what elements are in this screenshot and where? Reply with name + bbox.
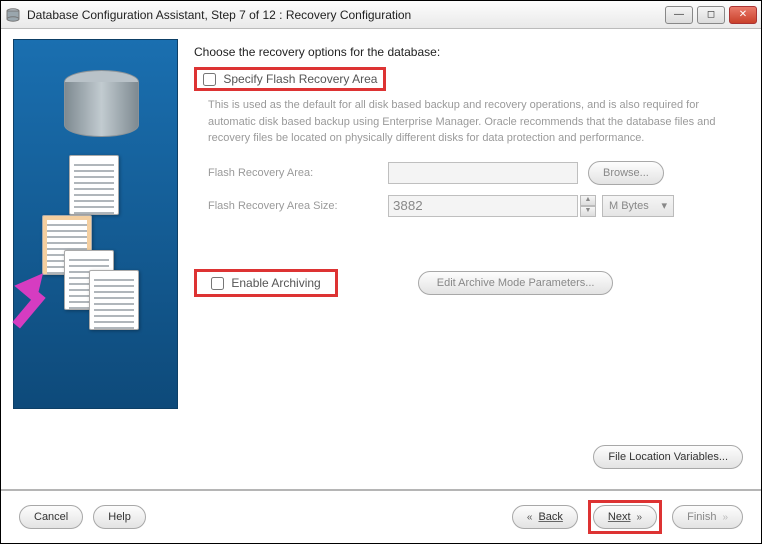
flash-area-label: Flash Recovery Area:: [208, 167, 388, 179]
window-controls: — ◻ ✕: [665, 6, 757, 24]
browse-button: Browse...: [588, 161, 664, 185]
document-illustration: [69, 155, 119, 215]
flash-area-row: Flash Recovery Area: Browse...: [208, 161, 749, 185]
dbca-window: Database Configuration Assistant, Step 7…: [0, 0, 762, 544]
chevron-left-icon: «: [527, 512, 533, 523]
flash-recovery-description: This is used as the default for all disk…: [208, 97, 718, 147]
specify-flash-recovery-checkbox[interactable]: [203, 73, 216, 86]
content-area: Choose the recovery options for the data…: [1, 29, 761, 434]
flash-area-input: [388, 162, 578, 184]
database-illustration: [64, 70, 139, 145]
wizard-footer: Cancel Help « Back Next » Finish »: [1, 489, 761, 543]
window-title: Database Configuration Assistant, Step 7…: [27, 8, 665, 22]
flash-size-spinner: ▲ ▼: [580, 195, 596, 217]
back-button[interactable]: « Back: [512, 505, 578, 529]
help-button[interactable]: Help: [93, 505, 146, 529]
enable-archiving-row[interactable]: Enable Archiving: [211, 276, 321, 290]
next-button[interactable]: Next »: [593, 505, 657, 529]
flash-size-input: [388, 195, 578, 217]
highlight-flash-recovery: Specify Flash Recovery Area: [194, 67, 386, 91]
close-button[interactable]: ✕: [729, 6, 757, 24]
chevron-right-icon: »: [637, 512, 643, 523]
edit-archive-params-button: Edit Archive Mode Parameters...: [418, 271, 614, 295]
lower-panel: File Location Variables...: [1, 434, 761, 489]
flash-size-unit-label: M Bytes: [609, 200, 649, 212]
archiving-section: Enable Archiving Edit Archive Mode Param…: [194, 269, 749, 297]
page-heading: Choose the recovery options for the data…: [194, 45, 749, 59]
chevron-right-icon: »: [722, 512, 728, 523]
highlight-enable-archiving: Enable Archiving: [194, 269, 338, 297]
titlebar: Database Configuration Assistant, Step 7…: [1, 1, 761, 29]
document-illustration: [89, 270, 139, 330]
spinner-up-icon: ▲: [580, 195, 596, 206]
flash-size-unit-select: M Bytes ▾: [602, 195, 674, 217]
flash-size-row: Flash Recovery Area Size: ▲ ▼ M Bytes ▾: [208, 195, 749, 217]
app-icon: [5, 7, 21, 23]
flash-size-label: Flash Recovery Area Size:: [208, 200, 388, 212]
specify-flash-recovery-row[interactable]: Specify Flash Recovery Area: [203, 72, 377, 86]
main-panel: Choose the recovery options for the data…: [194, 39, 749, 434]
finish-button: Finish »: [672, 505, 743, 529]
wizard-sidebar: [13, 39, 178, 409]
highlight-next: Next »: [588, 500, 662, 534]
file-location-variables-button[interactable]: File Location Variables...: [593, 445, 743, 469]
enable-archiving-checkbox[interactable]: [211, 277, 224, 290]
chevron-down-icon: ▾: [661, 199, 667, 212]
spinner-down-icon: ▼: [580, 206, 596, 217]
cancel-button[interactable]: Cancel: [19, 505, 83, 529]
enable-archiving-label: Enable Archiving: [231, 276, 320, 290]
maximize-button[interactable]: ◻: [697, 6, 725, 24]
specify-flash-recovery-label: Specify Flash Recovery Area: [223, 72, 377, 86]
minimize-button[interactable]: —: [665, 6, 693, 24]
